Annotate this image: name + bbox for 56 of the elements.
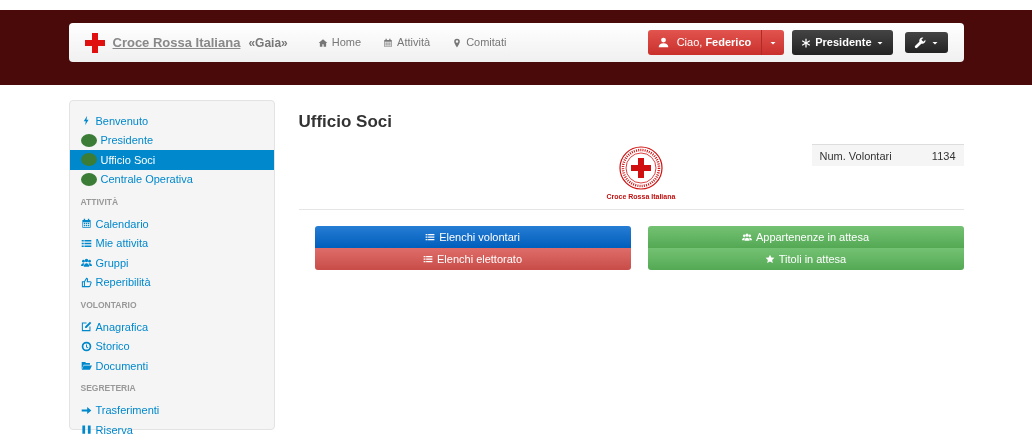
cross-emblem-icon [616, 144, 665, 193]
sidebar-item[interactable]: Anagrafica [69, 317, 274, 337]
status-dot-icon [80, 133, 97, 147]
page-title: Ufficio Soci [298, 112, 393, 133]
action-button[interactable]: Elenchi volontari [314, 226, 631, 249]
status-dot-icon [80, 153, 97, 167]
dropdown-toggle-button[interactable] [761, 30, 785, 55]
sidebar-item[interactable]: Centrale Operativa [69, 169, 274, 189]
sidebar-item[interactable]: Benvenuto [69, 111, 274, 131]
sidebar-item[interactable]: Mie attivita [69, 233, 274, 253]
stat-label: Num. Volontari [819, 148, 892, 164]
home-icon [317, 37, 328, 48]
users-icon [80, 257, 92, 269]
calendar-icon [383, 37, 394, 48]
nav-link[interactable]: Home [317, 34, 362, 51]
user-menu-button[interactable]: Ciao, Federico [647, 30, 762, 55]
list-icon [423, 254, 433, 265]
clock-icon [80, 340, 92, 352]
sidebar-item[interactable]: Trasferimenti [69, 400, 274, 420]
tools-menu-button[interactable] [904, 32, 948, 53]
arrow-right-icon [80, 404, 92, 416]
sidebar-item[interactable]: Ufficio Soci [69, 150, 274, 170]
sidebar-item[interactable]: Documenti [69, 356, 274, 376]
sidebar-item[interactable]: Gruppi [69, 253, 274, 273]
role-menu-button[interactable]: Presidente [792, 30, 893, 55]
sidebar-item[interactable]: Riserva [69, 420, 274, 440]
asterisk-icon [801, 37, 812, 48]
list-icon [80, 237, 92, 249]
folder-icon [80, 360, 92, 372]
nav-link[interactable]: Attività [383, 34, 431, 51]
action-button[interactable]: Elenchi elettorato [314, 248, 631, 271]
map-pin-icon [452, 37, 463, 48]
list-icon [425, 232, 436, 243]
nav-link[interactable]: Comitati [452, 34, 507, 51]
cross-logo-icon [84, 32, 105, 53]
action-button[interactable]: Titoli in attesa [647, 248, 964, 271]
user-icon [657, 37, 669, 48]
sidebar-item[interactable]: Storico [69, 336, 274, 356]
sidebar-item[interactable]: Calendario [69, 214, 274, 234]
sidebar-item[interactable]: Presidente [69, 130, 274, 150]
calendar-icon [80, 218, 92, 230]
sidebar-item[interactable]: Reperibilità [69, 272, 274, 292]
section-heading: ATTIVITÀ [79, 195, 120, 209]
star-icon [764, 254, 775, 265]
users-icon [741, 232, 752, 243]
wrench-icon [913, 36, 927, 49]
thumbs-up-icon [80, 276, 92, 288]
status-dot-icon [80, 172, 97, 186]
brand-tagline: «Gaia» [248, 34, 288, 52]
edit-icon [80, 321, 92, 333]
action-button[interactable]: Appartenenze in attesa [647, 226, 964, 249]
section-heading: SEGRETERIA [79, 382, 137, 396]
stat-value: 1134 [931, 148, 956, 164]
section-heading: VOLONTARIO [79, 298, 138, 312]
brand-link[interactable]: Croce Rossa Italiana [112, 32, 241, 53]
pause-icon [80, 424, 92, 436]
